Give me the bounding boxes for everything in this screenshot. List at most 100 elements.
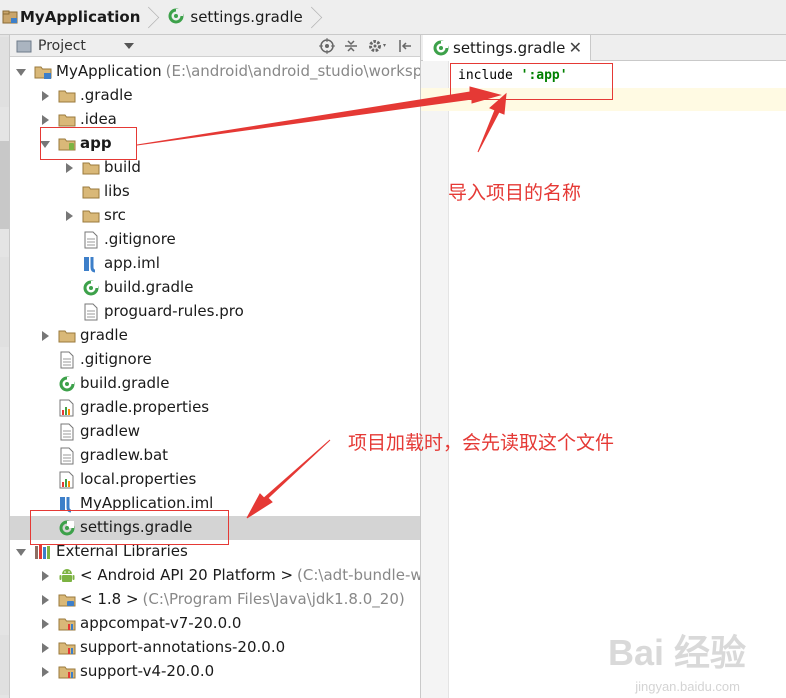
tree-item[interactable]: app.iml <box>10 252 420 276</box>
module-icon <box>2 9 18 25</box>
expand-right-icon[interactable] <box>64 163 74 173</box>
collapse-all-button[interactable] <box>342 37 360 55</box>
tree-item-label: libs <box>104 182 130 200</box>
tree-item-text: < Android API 20 Platform > (C:\adt-bundl… <box>80 566 421 584</box>
tree-item[interactable]: build.gradle <box>10 276 420 300</box>
tree-item-label: .gitignore <box>104 230 176 248</box>
gradle-file-icon <box>82 279 100 297</box>
android-icon <box>58 567 76 585</box>
annotation-note-load-file: 项目加载时，会先读取这个文件 <box>348 432 615 454</box>
tool-window-tab-project[interactable] <box>0 141 9 229</box>
breadcrumb-file[interactable]: settings.gradle <box>160 0 322 35</box>
tree-item-label: support-annotations-20.0.0 <box>80 638 286 656</box>
project-panel-toolbar: Project <box>10 35 420 57</box>
tree-item[interactable]: .gitignore <box>10 228 420 252</box>
code-editor[interactable] <box>449 61 786 698</box>
breadcrumb-file-label: settings.gradle <box>190 8 303 26</box>
tree-item[interactable]: < Android API 20 Platform > (C:\adt-bundl… <box>10 564 421 588</box>
tree-item[interactable]: .gitignore <box>10 348 420 372</box>
tree-item-label: support-v4-20.0.0 <box>80 662 215 680</box>
tree-item-label: .gitignore <box>80 350 152 368</box>
watermark-brand: Bai 经验 <box>607 632 746 673</box>
project-view-label: Project <box>38 37 86 54</box>
expand-right-icon[interactable] <box>40 619 50 629</box>
tab-label: settings.gradle <box>453 39 566 57</box>
tree-item-label: appcompat-v7-20.0.0 <box>80 614 242 632</box>
tree-item-label: src <box>104 206 126 224</box>
gear-icon <box>369 40 386 52</box>
tree-item[interactable]: appcompat-v7-20.0.0 <box>10 612 420 636</box>
expand-right-icon[interactable] <box>40 643 50 653</box>
left-tool-strip <box>0 35 10 698</box>
folder-icon <box>82 207 100 225</box>
expand-down-icon[interactable] <box>16 67 26 77</box>
editor-gutter <box>421 61 449 698</box>
tree-item[interactable]: local.properties <box>10 468 420 492</box>
expand-right-icon[interactable] <box>40 91 50 101</box>
project-view-icon <box>16 39 32 53</box>
project-panel-tools <box>318 37 414 55</box>
tree-item[interactable]: < 1.8 > (C:\Program Files\Java\jdk1.8.0_2… <box>10 588 420 612</box>
expand-right-icon[interactable] <box>40 667 50 677</box>
tree-item[interactable]: .gradle <box>10 84 420 108</box>
tree-item-path: (E:\android\android_studio\worksp <box>165 62 421 80</box>
text-file-icon <box>58 447 76 465</box>
tree-item[interactable]: MyApplication (E:\android\android_studio\… <box>10 60 421 84</box>
tool-window-tab-structure[interactable] <box>0 257 9 347</box>
expand-right-icon[interactable] <box>40 115 50 125</box>
tree-item[interactable]: proguard-rules.pro <box>10 300 420 324</box>
tree-item-label: gradlew <box>80 422 141 440</box>
breadcrumb-separator <box>144 0 154 35</box>
project-view-selector[interactable]: Project <box>16 36 134 56</box>
properties-file-icon <box>58 471 76 489</box>
annotation-box-settings <box>30 510 229 545</box>
tree-item-label: < 1.8 > <box>80 590 139 608</box>
expand-right-icon[interactable] <box>64 211 74 221</box>
tree-item[interactable]: libs <box>10 180 420 204</box>
annotation-note-project-name: 导入项目的名称 <box>448 182 582 204</box>
annotation-box-app <box>40 127 137 160</box>
library-folder-icon <box>58 639 76 657</box>
tree-item-label: build.gradle <box>104 278 194 296</box>
tree-item[interactable]: src <box>10 204 420 228</box>
gradle-file-icon <box>58 375 76 393</box>
tree-item-label: gradlew.bat <box>80 446 169 464</box>
expand-down-icon[interactable] <box>16 547 26 557</box>
tree-item-label: build <box>104 158 141 176</box>
tree-item[interactable]: build.gradle <box>10 372 420 396</box>
tree-item-label: build.gradle <box>80 374 170 392</box>
tree-item-label: MyApplication <box>56 62 162 80</box>
tree-item-path: (C:\adt-bundle-wi <box>297 566 421 584</box>
gradle-file-icon <box>433 40 449 56</box>
breadcrumb-separator <box>307 0 317 35</box>
tab-settings-gradle[interactable]: settings.gradle ✕ <box>423 35 591 61</box>
tree-item[interactable]: support-v4-20.0.0 <box>10 660 420 684</box>
collapse-icon <box>345 40 357 52</box>
tree-item[interactable]: gradle.properties <box>10 396 420 420</box>
tree-item-text: MyApplication (E:\android\android_studio\… <box>56 62 421 80</box>
breadcrumb-project[interactable]: MyApplication <box>0 0 160 35</box>
expand-right-icon[interactable] <box>40 331 50 341</box>
target-icon <box>319 38 335 54</box>
tree-item-label: proguard-rules.pro <box>104 302 244 320</box>
gradle-file-icon <box>168 8 186 26</box>
tool-window-tab-favorites[interactable] <box>0 635 9 695</box>
tree-item-path: (C:\Program Files\Java\jdk1.8.0_20) <box>142 590 405 608</box>
text-file-icon <box>58 351 76 369</box>
library-folder-icon <box>58 615 76 633</box>
text-file-icon <box>58 423 76 441</box>
tree-item-text: < 1.8 > (C:\Program Files\Java\jdk1.8.0_2… <box>80 590 405 608</box>
tree-item[interactable]: gradle <box>10 324 420 348</box>
scroll-from-source-button[interactable] <box>318 37 336 55</box>
folder-icon <box>82 159 100 177</box>
tree-item[interactable]: support-annotations-20.0.0 <box>10 636 420 660</box>
module-icon <box>34 63 52 81</box>
expand-right-icon[interactable] <box>40 571 50 581</box>
hide-panel-button[interactable] <box>396 37 414 55</box>
panel-settings-button[interactable] <box>366 37 390 55</box>
expand-right-icon[interactable] <box>40 595 50 605</box>
tree-item-label: local.properties <box>80 470 197 488</box>
tool-window-tab-captures[interactable] <box>0 37 9 107</box>
close-tab-button[interactable]: ✕ <box>569 38 582 57</box>
tree-item-label: < Android API 20 Platform > <box>80 566 294 584</box>
